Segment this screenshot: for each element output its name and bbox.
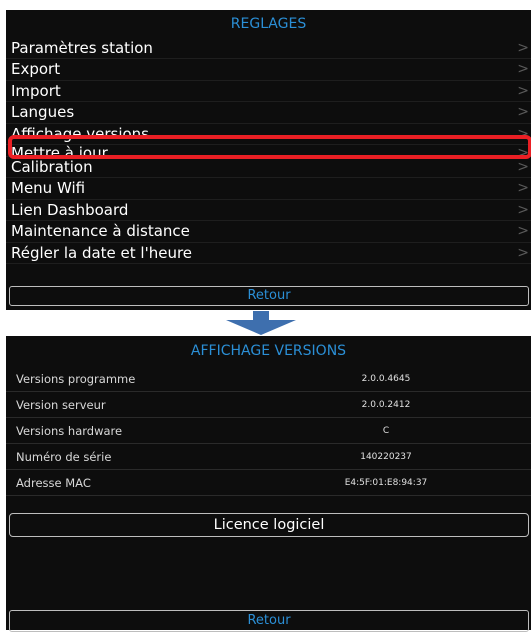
version-value: 2.0.0.2412 [361,400,411,410]
menu-item-label: Régler la date et l'heure [11,243,193,262]
version-row-serie: Numéro de série 140220237 [6,444,531,470]
version-row-mac: Adresse MAC E4:5F:01:E8:94:37 [6,470,531,496]
version-label: Version serveur [16,398,106,412]
settings-title: REGLAGES [230,16,307,32]
menu-item-calibration[interactable]: Calibration > [6,157,531,179]
menu-item-import[interactable]: Import > [6,81,531,103]
versions-table: Versions programme 2.0.0.4645 Version se… [6,366,531,496]
menu-item-parametres-station[interactable]: Paramètres station > [6,38,531,60]
back-button[interactable]: Retour [9,610,529,632]
version-value: E4:5F:01:E8:94:37 [344,478,428,488]
chevron-right-icon: > [517,61,529,78]
chevron-right-icon: > [517,82,529,99]
chevron-right-icon: > [517,223,529,240]
menu-item-label: Maintenance à distance [11,222,190,241]
menu-item-export[interactable]: Export > [6,59,531,81]
version-value: 2.0.0.4645 [361,374,411,384]
chevron-right-icon: > [517,104,529,121]
version-label: Numéro de série [16,450,112,464]
version-label: Versions programme [16,372,136,386]
version-value: C [382,426,390,436]
version-value: 140220237 [360,452,412,462]
menu-item-label: Menu Wifi [11,179,86,198]
back-button[interactable]: Retour [9,286,529,306]
chevron-right-icon: > [517,244,529,261]
settings-screen: REGLAGES Paramètres station > Export > I… [6,10,531,310]
version-label: Adresse MAC [16,476,91,490]
version-row-programme: Versions programme 2.0.0.4645 [6,366,531,392]
menu-item-regler-date-heure[interactable]: Régler la date et l'heure > [6,243,531,264]
chevron-right-icon: > [517,158,529,175]
version-label: Versions hardware [16,424,123,438]
menu-item-langues[interactable]: Langues > [6,102,531,124]
menu-item-label: Calibration [11,157,93,176]
menu-item-label: Langues [11,103,75,122]
chevron-right-icon: > [517,201,529,218]
chevron-right-icon: > [517,180,529,197]
menu-item-label: Import [11,81,61,100]
chevron-right-icon: > [517,40,529,56]
licence-button[interactable]: Licence logiciel [9,513,529,537]
version-row-hardware: Versions hardware C [6,418,531,444]
arrow-down-icon [226,311,296,335]
versions-screen: AFFICHAGE VERSIONS Versions programme 2.… [6,336,531,632]
selection-highlight [8,135,531,159]
menu-item-label: Paramètres station [11,39,153,57]
menu-item-label: Export [11,60,61,79]
menu-item-maintenance-a-distance[interactable]: Maintenance à distance > [6,221,531,243]
menu-item-label: Lien Dashboard [11,200,129,219]
menu-item-lien-dashboard[interactable]: Lien Dashboard > [6,200,531,222]
versions-title: AFFICHAGE VERSIONS [190,343,347,359]
version-row-serveur: Version serveur 2.0.0.2412 [6,392,531,418]
menu-item-menu-wifi[interactable]: Menu Wifi > [6,178,531,200]
